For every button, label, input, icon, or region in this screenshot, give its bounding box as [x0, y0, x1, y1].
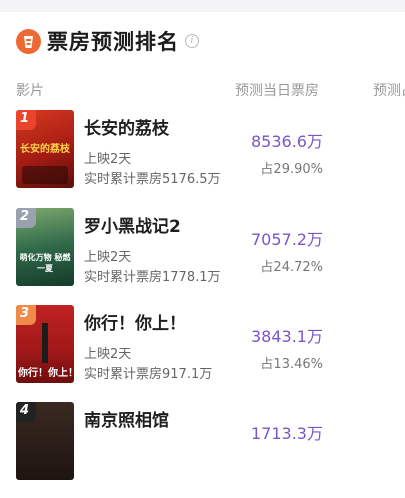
release-days: 上映2天	[84, 347, 132, 362]
info-icon[interactable]: i	[185, 34, 199, 48]
column-header-share[interactable]: 预测占	[373, 80, 405, 100]
rank-badge: 4	[16, 402, 36, 422]
poster-figure	[42, 323, 48, 363]
poster-caption: 你行！你上！	[18, 368, 72, 379]
rank-badge: 3	[16, 305, 36, 325]
poster-artwork	[22, 166, 68, 184]
poster-caption: 萌化万物 秘燃一夏	[19, 253, 71, 273]
forecast-share: 占13.46%	[260, 357, 323, 372]
movie-title[interactable]: 罗小黑战记2	[84, 212, 181, 237]
forecast-value: 1713.3万	[251, 424, 323, 443]
release-days: 上映2天	[84, 250, 132, 265]
forecast-share: 占29.90%	[260, 162, 323, 177]
column-header-forecast[interactable]: 预测当日票房	[235, 80, 319, 100]
movie-row[interactable]: 3 你行！你上！ 你行！你上！ 上映2天 实时累计票房917.1万 3843.1…	[0, 305, 405, 401]
movie-title[interactable]: 你行！你上！	[84, 309, 186, 334]
rank-badge: 2	[16, 208, 36, 228]
forecast-value: 7057.2万	[251, 230, 323, 249]
forecast-share: 占24.72%	[260, 260, 323, 275]
column-header-film: 影片	[16, 83, 44, 99]
section-header: 票房预测排名 i	[16, 26, 199, 56]
movie-poster[interactable]: 4	[16, 402, 74, 480]
forecast-value: 3843.1万	[251, 327, 323, 346]
cumulative-box-office: 实时累计票房917.1万	[84, 367, 213, 382]
page-title: 票房预测排名	[47, 30, 179, 54]
movie-title[interactable]: 长安的荔枝	[84, 114, 169, 139]
cumulative-box-office: 实时累计票房1778.1万	[84, 270, 221, 285]
movie-title[interactable]: 南京照相馆	[84, 406, 169, 431]
movie-poster[interactable]: 3 你行！你上！	[16, 305, 74, 383]
release-days: 上映2天	[84, 152, 132, 167]
movie-row[interactable]: 4 南京照相馆 1713.3万	[0, 402, 405, 498]
forecast-value: 8536.6万	[251, 132, 323, 151]
box-office-logo-icon	[16, 28, 41, 54]
rank-badge: 1	[16, 110, 36, 130]
movie-row[interactable]: 1 长安的荔枝 长安的荔枝 上映2天 实时累计票房5176.5万 8536.6万…	[0, 110, 405, 206]
cumulative-box-office: 实时累计票房5176.5万	[84, 172, 221, 187]
top-divider-band	[0, 0, 405, 12]
poster-caption: 长安的荔枝	[20, 144, 70, 155]
movie-poster[interactable]: 2 萌化万物 秘燃一夏	[16, 208, 74, 286]
movie-poster[interactable]: 1 长安的荔枝	[16, 110, 74, 188]
movie-row[interactable]: 2 萌化万物 秘燃一夏 罗小黑战记2 上映2天 实时累计票房1778.1万 70…	[0, 208, 405, 304]
